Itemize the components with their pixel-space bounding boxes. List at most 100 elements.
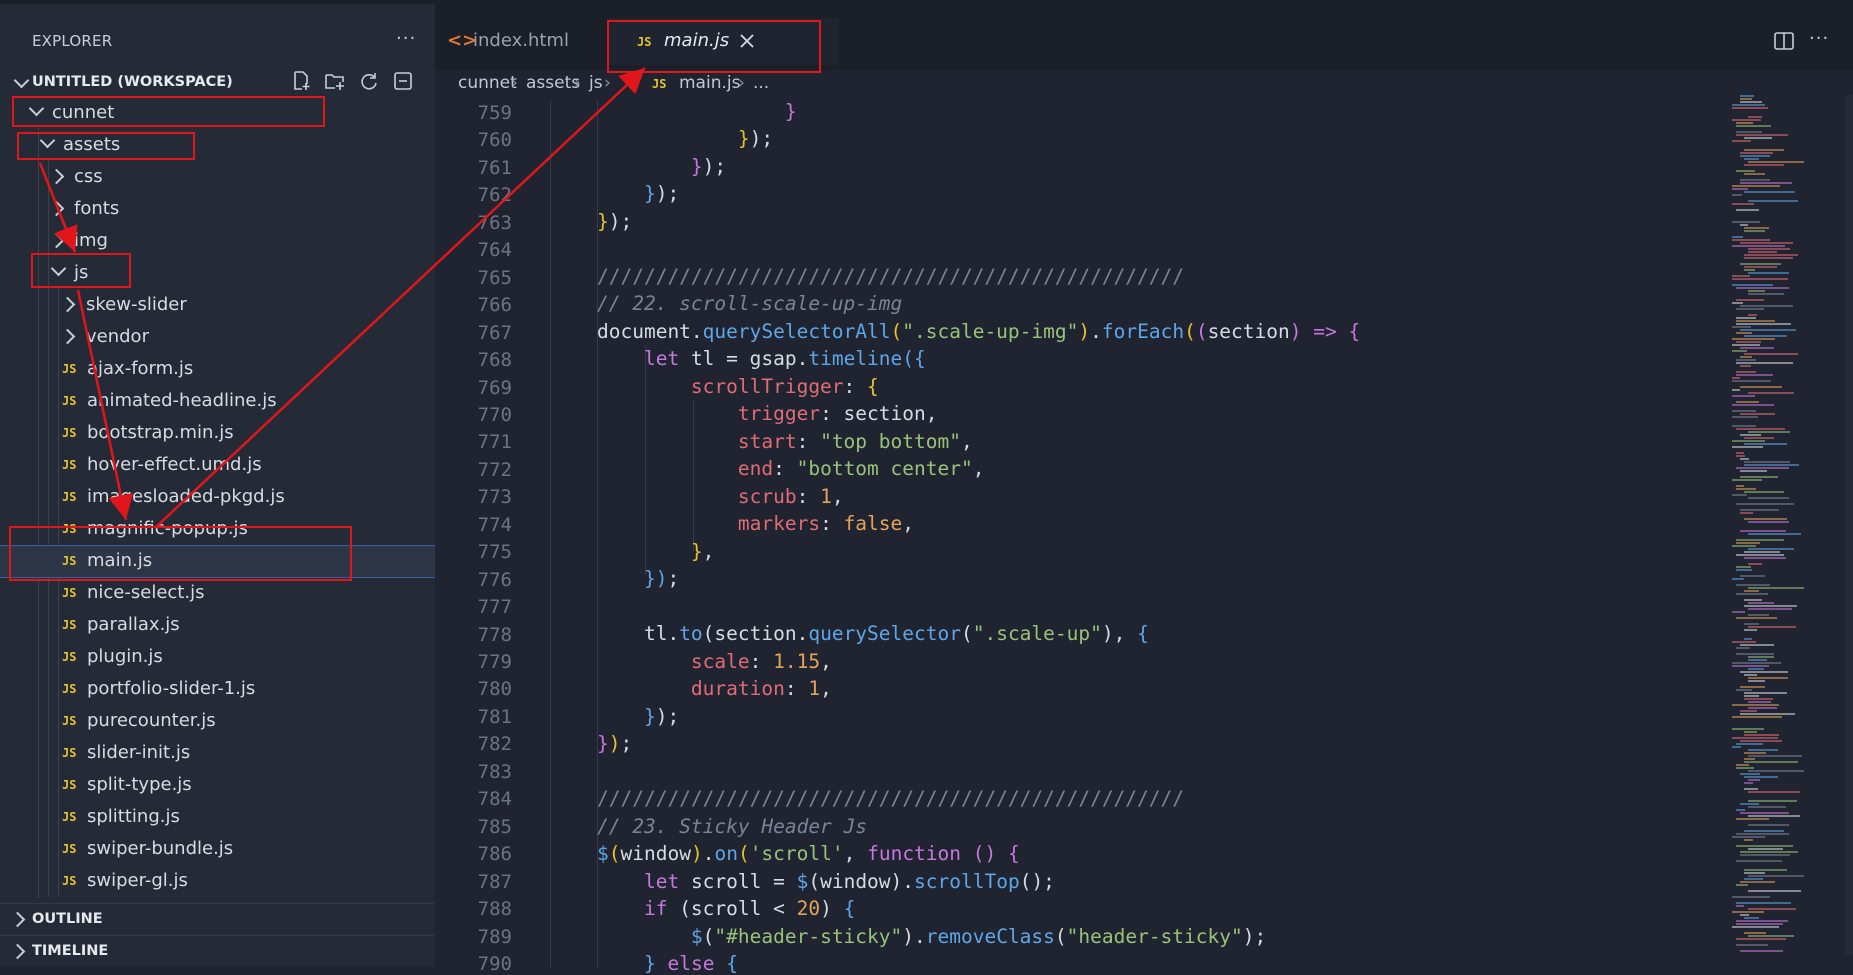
minimap-line <box>1740 512 1753 514</box>
minimap-line <box>1748 563 1762 565</box>
minimap-line <box>1748 815 1801 817</box>
minimap-line <box>1736 485 1745 487</box>
minimap-line <box>1732 107 1769 109</box>
tree-file-imagesloaded-pkgd-js[interactable]: JS imagesloaded-pkgd.js <box>0 482 435 513</box>
minimap-line <box>1732 185 1780 187</box>
tree-file-parallax-js[interactable]: JS parallax.js <box>0 610 435 641</box>
minimap-line <box>1736 323 1792 325</box>
minimap-line <box>1736 569 1753 571</box>
tree-file-ajax-form-js[interactable]: JS ajax-form.js <box>0 354 435 385</box>
breadcrumb-item[interactable]: ... <box>753 73 769 93</box>
file-label: imagesloaded-pkgd.js <box>87 486 285 507</box>
minimap-line <box>1736 944 1769 946</box>
file-label: ajax-form.js <box>87 358 194 379</box>
minimap-line <box>1744 698 1773 700</box>
minimap-line <box>1740 101 1763 103</box>
line-number: 761 <box>477 156 512 179</box>
minimap-line <box>1732 245 1785 247</box>
minimap[interactable] <box>1732 95 1842 955</box>
minimap-line <box>1748 248 1790 250</box>
editor-scrollbar[interactable] <box>1845 95 1853 955</box>
minimap-line <box>1748 602 1774 604</box>
minimap-line <box>1740 386 1782 388</box>
minimap-line <box>1748 431 1790 433</box>
minimap-line <box>1732 578 1744 580</box>
chevron-right-icon <box>9 943 26 960</box>
minimap-line <box>1732 188 1748 190</box>
code-line-784: ////////////////////////////////////////… <box>597 787 1184 810</box>
minimap-line <box>1748 779 1761 781</box>
minimap-line <box>1736 833 1790 835</box>
minimap-line <box>1744 734 1780 736</box>
minimap-line <box>1748 533 1801 535</box>
minimap-line <box>1744 254 1798 256</box>
minimap-line <box>1732 479 1763 481</box>
split-editor-icon[interactable] <box>1773 30 1795 52</box>
js-icon: JS <box>62 714 77 728</box>
tab-index-html[interactable]: <> index.html <box>447 18 607 65</box>
minimap-line <box>1748 791 1800 793</box>
code-line-786: $(window).on('scroll', function () { <box>597 842 1020 865</box>
minimap-line <box>1732 203 1754 205</box>
minimap-line <box>1744 164 1784 166</box>
outline-section-header[interactable]: OUTLINE <box>0 903 435 934</box>
minimap-line <box>1740 575 1765 577</box>
minimap-line <box>1740 851 1798 853</box>
tree-file-slider-init-js[interactable]: JS slider-init.js <box>0 738 435 769</box>
breadcrumb-item[interactable]: cunnet <box>458 73 517 93</box>
tree-file-portfolio-slider-1-js[interactable]: JS portfolio-slider-1.js <box>0 674 435 705</box>
minimap-line <box>1736 209 1759 211</box>
minimap-line <box>1732 278 1788 280</box>
minimap-line <box>1748 935 1795 937</box>
tree-file-purecounter-js[interactable]: JS purecounter.js <box>0 706 435 737</box>
minimap-line <box>1748 614 1770 616</box>
code-line-771: start: "top bottom", <box>737 430 973 453</box>
timeline-section-header[interactable]: TIMELINE <box>0 935 435 966</box>
editor-more-actions-button[interactable]: ··· <box>1809 28 1829 49</box>
line-number: 763 <box>477 211 512 234</box>
minimap-line <box>1740 476 1778 478</box>
js-icon: JS <box>62 458 77 472</box>
tree-file-swiper-gl-js[interactable]: JS swiper-gl.js <box>0 866 435 897</box>
js-icon: JS <box>652 77 667 91</box>
breadcrumb-item[interactable]: main.js <box>679 73 740 93</box>
tree-file-split-type-js[interactable]: JS split-type.js <box>0 770 435 801</box>
minimap-line <box>1748 200 1799 202</box>
file-label: swiper-gl.js <box>87 870 188 891</box>
minimap-line <box>1736 920 1788 922</box>
minimap-line <box>1736 767 1754 769</box>
minimap-line <box>1748 161 1805 163</box>
breadcrumb-item[interactable]: assets <box>526 73 580 93</box>
tree-file-animated-headline-js[interactable]: JS animated-headline.js <box>0 386 435 417</box>
minimap-line <box>1732 338 1776 340</box>
minimap-line <box>1736 845 1793 847</box>
tree-file-nice-select-js[interactable]: JS nice-select.js <box>0 578 435 609</box>
minimap-line <box>1748 608 1793 610</box>
minimap-line <box>1736 764 1750 766</box>
tree-file-splitting-js[interactable]: JS splitting.js <box>0 802 435 833</box>
annotation-box-cunnet <box>12 96 325 127</box>
minimap-line <box>1736 317 1756 319</box>
tree-file-plugin-js[interactable]: JS plugin.js <box>0 642 435 673</box>
minimap-line <box>1748 680 1766 682</box>
tree-file-bootstrap-min-js[interactable]: JS bootstrap.min.js <box>0 418 435 449</box>
minimap-line <box>1740 671 1789 673</box>
js-icon: JS <box>62 874 77 888</box>
minimap-line <box>1736 467 1790 469</box>
tree-file-hover-effect-umd-js[interactable]: JS hover-effect.umd.js <box>0 450 435 481</box>
tab-label: index.html <box>473 30 569 51</box>
breadcrumb-item[interactable]: js <box>589 73 603 93</box>
js-icon: JS <box>62 618 77 632</box>
minimap-line <box>1736 905 1745 907</box>
code-line-770: trigger: section, <box>737 402 938 425</box>
tree-file-swiper-bundle-js[interactable]: JS swiper-bundle.js <box>0 834 435 865</box>
line-number: 774 <box>477 513 512 536</box>
minimap-line <box>1748 677 1788 679</box>
minimap-line <box>1736 359 1757 361</box>
minimap-line <box>1744 257 1794 259</box>
minimap-line <box>1744 839 1754 841</box>
file-label: plugin.js <box>87 646 163 667</box>
breadcrumb: cunnet › assets › js › JS main.js › ... <box>435 70 1853 100</box>
minimap-line <box>1732 545 1756 547</box>
minimap-line <box>1740 305 1793 307</box>
